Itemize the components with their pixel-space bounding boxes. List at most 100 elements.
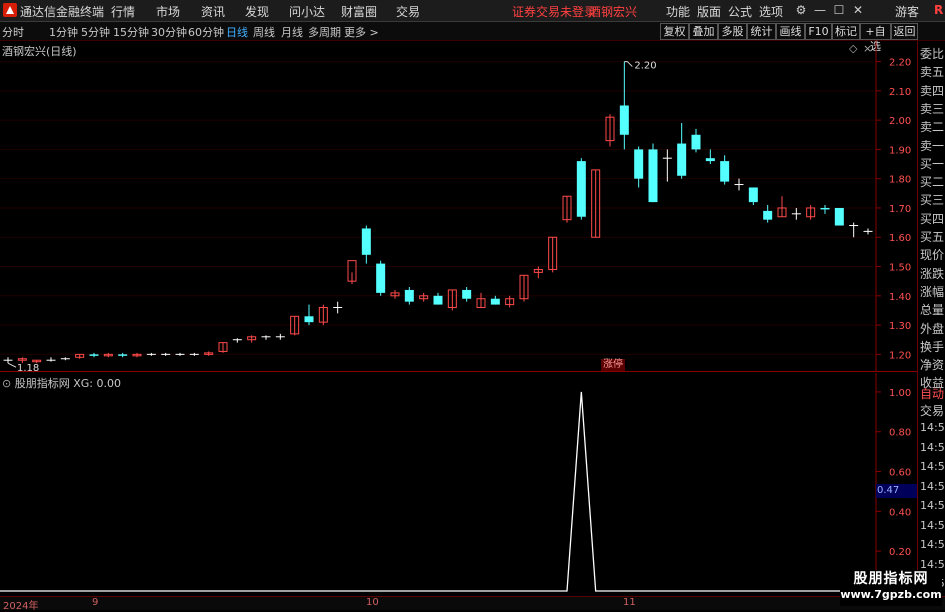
candle[interactable] [562,195,572,223]
menu-formula[interactable]: 公式 [728,3,752,20]
candle[interactable] [791,207,801,220]
menu-quotes[interactable]: 行情 [111,3,135,20]
tf-monthly[interactable]: 月线 [281,24,303,40]
tf-timeshare[interactable]: 分时 [2,24,24,40]
candle[interactable] [648,143,658,203]
candle[interactable] [605,114,615,147]
tf-weekly[interactable]: 周线 [253,24,275,40]
diamond-icon[interactable]: ◇ [849,42,857,55]
candle[interactable] [46,357,56,362]
tf-60min[interactable]: 60分钟 [188,24,224,40]
candle[interactable] [490,295,500,305]
candle[interactable] [748,187,758,206]
candle[interactable] [820,205,830,214]
candle[interactable] [75,353,85,359]
candle[interactable] [619,61,629,150]
candle[interactable] [777,196,787,218]
candle[interactable] [232,338,242,343]
candle[interactable] [189,352,199,356]
tf-5min[interactable]: 5分钟 [81,24,110,40]
candle[interactable] [290,315,300,336]
candle[interactable] [333,301,343,314]
candle[interactable] [834,207,844,226]
candle[interactable] [118,352,128,358]
candle[interactable] [103,352,113,358]
menu-trade[interactable]: 交易 [396,3,420,20]
guest-label[interactable]: 游客 [895,3,919,20]
candle[interactable] [863,228,873,235]
menu-discover[interactable]: 发现 [245,3,269,20]
candle[interactable] [376,260,386,296]
tf-daily[interactable]: 日线 [226,24,248,40]
mark-button[interactable]: 标记 [832,23,860,40]
candle[interactable] [347,260,357,285]
add-watchlist-button[interactable]: +自选 [860,23,891,53]
candle[interactable] [175,352,185,356]
candle[interactable] [677,123,687,179]
menu-ask[interactable]: 问小达 [289,3,325,20]
multi-stock-button[interactable]: 多股 [718,23,747,40]
candle[interactable] [161,352,171,356]
kline-chart-panel[interactable]: 2.20 2.10 2.00 1.90 1.80 1.70 1.60 1.50 1.40 1.30… [0,41,917,372]
candle[interactable] [576,158,586,220]
f10-button[interactable]: F10 [805,23,832,40]
candle[interactable] [404,287,414,305]
overlay-button[interactable]: 叠加 [689,23,718,40]
draw-line-button[interactable]: 画线 [776,23,805,40]
menu-function[interactable]: 功能 [666,3,690,20]
trade-login-notice[interactable]: 证券交易未登录 [512,3,596,20]
candle[interactable] [505,295,515,308]
candle[interactable] [261,335,271,340]
menu-news[interactable]: 资讯 [201,3,225,20]
candle[interactable] [146,352,156,356]
adjust-button[interactable]: 复权 [660,23,689,40]
tf-1min[interactable]: 1分钟 [49,24,78,40]
candle[interactable] [548,236,558,273]
candle[interactable] [433,292,443,305]
close-icon[interactable]: ✕ [850,2,866,18]
candle[interactable] [275,333,285,340]
candle[interactable] [634,146,644,188]
candle[interactable] [318,304,328,326]
tf-more[interactable]: 更多 > [344,24,379,40]
candle[interactable] [304,304,314,326]
candle[interactable] [734,178,744,191]
candle[interactable] [447,289,457,311]
candle[interactable] [533,266,543,279]
panel-close-icon[interactable]: × [863,42,872,55]
minimize-icon[interactable]: — [812,2,828,18]
indicator-chart-panel[interactable]: 1.00 0.80 0.60 0.40 0.20 ⊙ 股朋指标网 XG: 0.00 0.… [0,373,917,596]
settings-icon[interactable]: ⚙ [793,2,809,18]
candle[interactable] [218,342,228,353]
back-button[interactable]: 返回 [891,23,918,40]
menu-market[interactable]: 市场 [156,3,180,20]
candle[interactable] [390,289,400,299]
candle[interactable] [476,292,486,309]
candle[interactable] [247,335,257,343]
menu-wealth-circle[interactable]: 财富圈 [341,3,377,20]
candle[interactable] [89,352,99,358]
candle[interactable] [662,149,672,182]
candle[interactable] [720,155,730,185]
candle[interactable] [60,357,70,361]
stats-button[interactable]: 统计 [747,23,776,40]
candle[interactable] [705,149,715,165]
candle[interactable] [806,205,816,220]
menu-layout[interactable]: 版面 [697,3,721,20]
indicator-chart[interactable]: 1.00 0.80 0.60 0.40 0.20 [0,373,917,596]
menu-options[interactable]: 选项 [759,3,783,20]
candle[interactable] [361,225,371,264]
indicator-toggle-icon[interactable]: ⊙ [2,377,11,390]
candle[interactable] [204,351,214,356]
tf-30min[interactable]: 30分钟 [151,24,187,40]
candle[interactable] [132,352,142,358]
candle[interactable] [462,287,472,302]
kline-chart[interactable]: 2.20 2.10 2.00 1.90 1.80 1.70 1.60 1.50 1.40 1.30… [0,41,917,372]
auto-toggle[interactable]: 自动 [920,385,944,402]
maximize-icon[interactable]: ☐ [831,2,847,18]
stock-name-link[interactable]: 酒钢宏兴 [589,3,637,20]
candle[interactable] [519,274,529,302]
candle[interactable] [419,292,429,302]
tf-15min[interactable]: 15分钟 [113,24,149,40]
candle[interactable] [691,128,701,153]
